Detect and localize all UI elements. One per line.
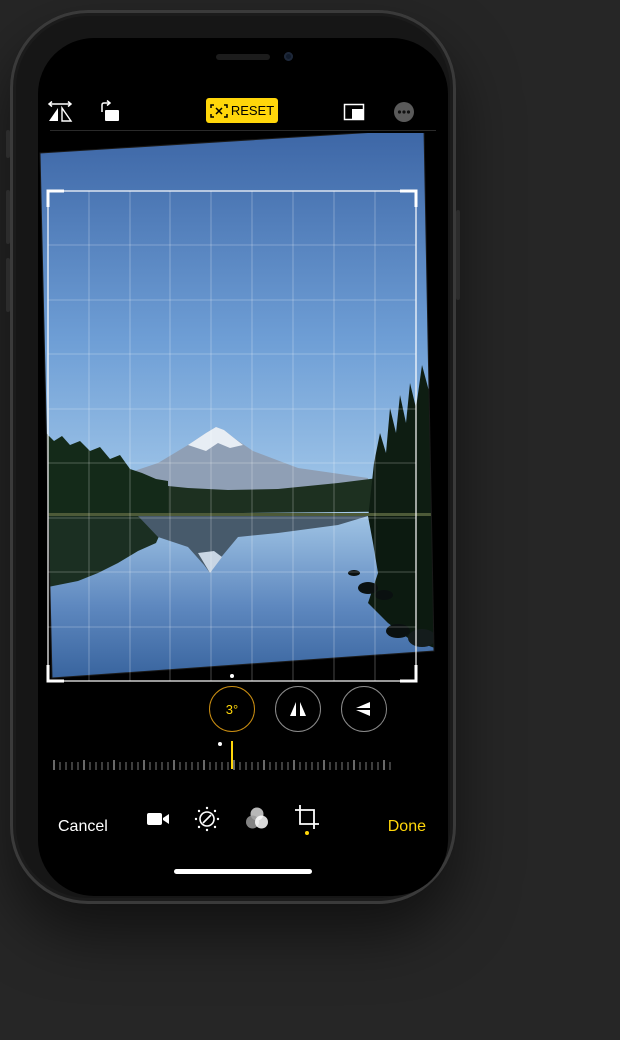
straighten-ruler[interactable] (52, 758, 392, 772)
done-button[interactable]: Done (388, 818, 426, 836)
straighten-dial[interactable]: 3° (209, 686, 255, 732)
horizontal-perspective-icon (356, 702, 370, 716)
rotate-icon[interactable] (96, 98, 124, 126)
reset-icon (210, 103, 228, 118)
ruler-needle (231, 741, 233, 769)
aspect-ratio-icon[interactable] (340, 98, 368, 126)
phone-screen: RESET 3° Cancel Done (38, 38, 448, 896)
more-icon[interactable] (390, 98, 418, 126)
volume-up-button (6, 190, 10, 244)
video-icon[interactable] (146, 810, 170, 828)
vertical-perspective-dial[interactable] (275, 686, 321, 732)
adjust-icon[interactable] (194, 806, 220, 832)
speaker-grille (216, 54, 270, 60)
toolbar-divider (50, 130, 436, 131)
horizontal-perspective-dial[interactable] (341, 686, 387, 732)
reset-label: RESET (230, 103, 275, 118)
mute-switch (6, 130, 10, 158)
dial-indicator-dot (230, 674, 234, 678)
home-indicator (174, 869, 312, 874)
cancel-button[interactable]: Cancel (58, 818, 108, 836)
side-button (456, 210, 460, 300)
reset-button[interactable]: RESET (206, 98, 278, 123)
photo-crop-area[interactable] (38, 133, 448, 693)
ruler-zero-dot (218, 742, 222, 746)
vertical-perspective-icon (290, 702, 306, 716)
straighten-value: 3° (225, 701, 239, 717)
front-camera (284, 52, 293, 61)
photo-image (39, 133, 435, 683)
filters-icon[interactable] (244, 806, 270, 832)
volume-down-button (6, 258, 10, 312)
flip-icon[interactable] (46, 98, 74, 126)
crop-icon[interactable] (294, 804, 320, 836)
